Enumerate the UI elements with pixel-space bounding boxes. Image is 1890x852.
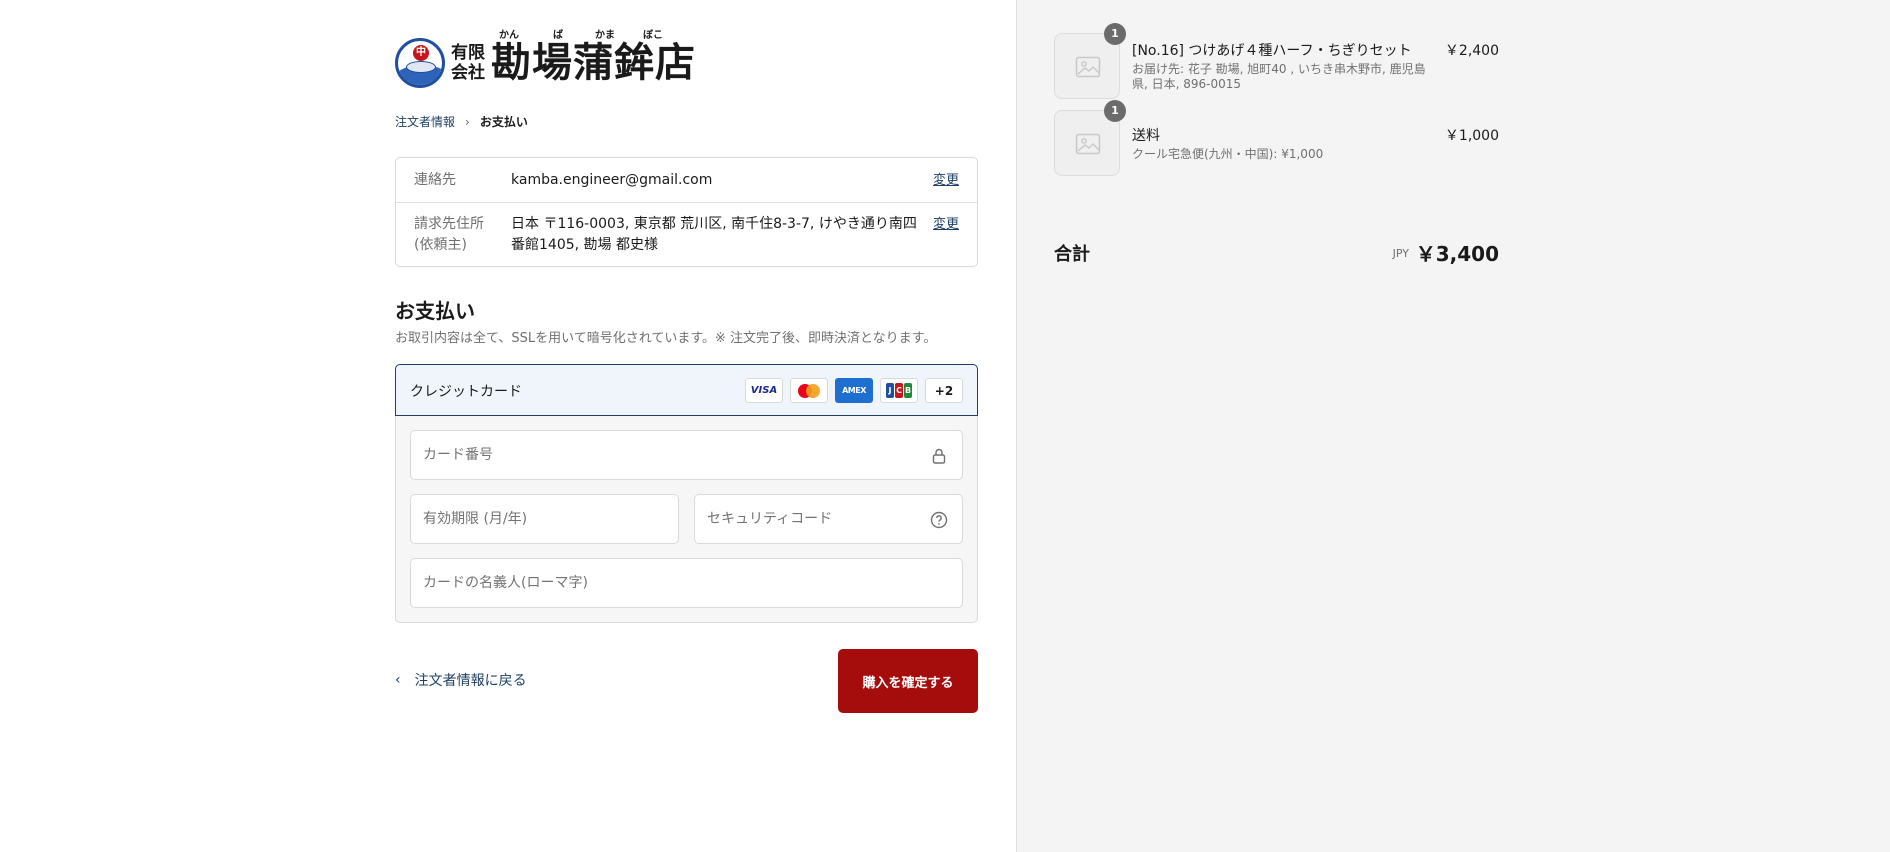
breadcrumb-payment: お支払い	[479, 115, 528, 129]
billing-label: 請求先住所 (依頼主)	[414, 216, 484, 253]
credit-card-form	[395, 416, 978, 623]
expiry-field[interactable]	[410, 494, 679, 544]
expiry-input[interactable]	[411, 495, 678, 543]
contact-label: 連絡先	[414, 172, 456, 188]
review-contact-row: 連絡先 kamba.engineer@gmail.com 変更	[396, 170, 977, 192]
payment-title: お支払い	[395, 299, 475, 323]
amex-icon: AMEX	[835, 378, 873, 403]
breadcrumb-customer-info[interactable]: 注文者情報	[395, 113, 455, 130]
logo-name-block: かん ば かま ぼこ 勘場蒲鉾店	[491, 30, 696, 86]
total-amount: ￥3,400	[1415, 242, 1499, 266]
logo-mark-icon: 中	[395, 38, 445, 88]
breadcrumb: 注文者情報 › お支払い	[395, 113, 528, 130]
mastercard-icon	[790, 378, 828, 403]
logo-store-name: 勘場蒲鉾店	[491, 39, 696, 86]
payment-method-label: クレジットカード	[410, 384, 522, 400]
security-code-input[interactable]	[695, 495, 962, 543]
item-name: [No.16] つけあげ４種ハーフ・ちぎりセット	[1132, 43, 1412, 59]
item-price: ￥1,000	[1444, 128, 1499, 144]
review-divider	[396, 202, 977, 203]
item-delivery-info: お届け先: 花子 勘場, 旭町40 , いちき串木野市, 鹿児島県, 日本, 8…	[1132, 62, 1426, 91]
quantity-badge: 1	[1104, 23, 1126, 45]
store-logo[interactable]: 中 有限 会社 かん ば かま ぼこ 勘場蒲鉾店	[395, 30, 696, 94]
back-link-label: 注文者情報に戻る	[414, 673, 527, 689]
question-circle-icon[interactable]	[930, 511, 948, 529]
billing-value: 日本 〒116-0003, 東京都 荒川区, 南千住8-3-7, けやき通り南四…	[511, 216, 917, 253]
total-label: 合計	[1054, 244, 1090, 265]
security-code-field[interactable]	[694, 494, 963, 544]
card-number-input[interactable]	[411, 431, 962, 479]
back-to-customer-info-link[interactable]: ‹ 注文者情報に戻る	[395, 670, 527, 690]
quantity-badge: 1	[1104, 100, 1126, 122]
review-block: 連絡先 kamba.engineer@gmail.com 変更 請求先住所 (依…	[395, 157, 978, 267]
confirm-purchase-button[interactable]: 購入を確定する	[838, 649, 978, 713]
checkout-main-panel: 中 有限 会社 かん ば かま ぼこ 勘場蒲鉾店 注文者情報 › お支払い 連絡…	[0, 0, 1016, 852]
chevron-left-icon: ‹	[395, 672, 401, 688]
jcb-icon: JCB	[880, 378, 918, 403]
credit-card-method-header[interactable]: クレジットカード VISA AMEX JCB +2	[395, 364, 978, 416]
cardholder-name-input[interactable]	[411, 559, 962, 607]
image-placeholder-icon	[1075, 56, 1101, 78]
contact-value: kamba.engineer@gmail.com	[511, 172, 713, 188]
card-number-field[interactable]	[410, 430, 963, 480]
more-cards-badge: +2	[925, 378, 963, 403]
item-shipping-method: クール宅急便(九州・中国): ¥1,000	[1132, 147, 1324, 161]
item-name: 送料	[1132, 128, 1160, 144]
chevron-right-icon: ›	[465, 114, 470, 129]
total-currency: JPY	[1392, 247, 1409, 260]
payment-method-box: クレジットカード VISA AMEX JCB +2	[395, 364, 978, 623]
card-brand-logos: VISA AMEX JCB +2	[745, 378, 963, 403]
item-price: ￥2,400	[1444, 43, 1499, 59]
order-total: 合計 JPY ￥3,400	[1054, 238, 1499, 266]
cardholder-name-field[interactable]	[410, 558, 963, 608]
lock-icon	[932, 448, 946, 464]
change-contact-link[interactable]: 変更	[933, 170, 959, 191]
payment-subtitle: お取引内容は全て、SSLを用いて暗号化されています。※ 注文完了後、即時決済とな…	[395, 331, 937, 346]
visa-icon: VISA	[745, 378, 783, 403]
logo-company-type: 有限 会社	[451, 43, 485, 83]
review-billing-row: 請求先住所 (依頼主) 日本 〒116-0003, 東京都 荒川区, 南千住8-…	[396, 214, 977, 256]
image-placeholder-icon	[1075, 133, 1101, 155]
change-billing-link[interactable]: 変更	[933, 214, 959, 235]
